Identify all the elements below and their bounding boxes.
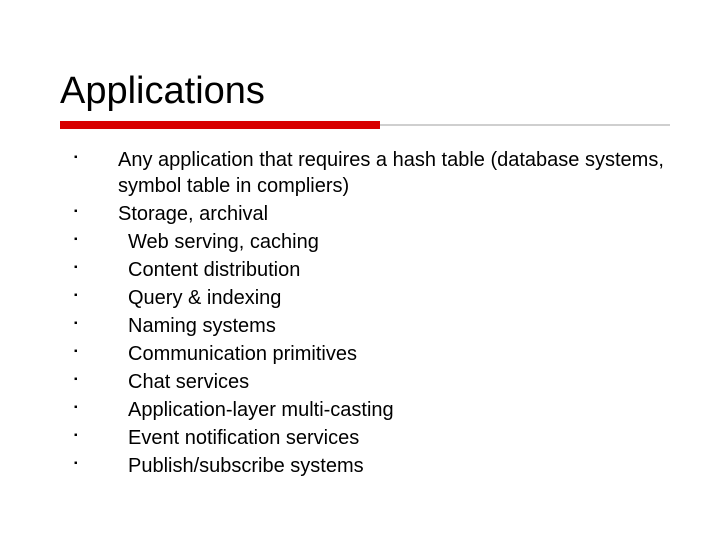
- title-underline: [60, 121, 670, 129]
- bullet-list: Any application that requires a hash tab…: [60, 147, 670, 479]
- list-item: Naming systems: [70, 313, 670, 339]
- list-item: Application-layer multi-casting: [70, 397, 670, 423]
- list-item: Storage, archival: [70, 201, 670, 227]
- title-underline-thick: [60, 121, 380, 129]
- list-item-text: Chat services: [118, 369, 249, 395]
- list-item-text: Publish/subscribe systems: [118, 453, 364, 479]
- list-item-text: Communication primitives: [118, 341, 357, 367]
- list-item-text: Content distribution: [118, 257, 300, 283]
- list-item: Event notification services: [70, 425, 670, 451]
- list-item-text: Storage, archival: [118, 203, 268, 225]
- list-item: Chat services: [70, 369, 670, 395]
- list-item: Content distribution: [70, 257, 670, 283]
- list-item-text: Query & indexing: [118, 285, 281, 311]
- slide: Applications Any application that requir…: [0, 0, 720, 540]
- list-item-text: Any application that requires a hash tab…: [118, 149, 664, 197]
- list-item: Publish/subscribe systems: [70, 453, 670, 479]
- slide-title: Applications: [60, 70, 670, 113]
- list-item: Query & indexing: [70, 285, 670, 311]
- list-item: Any application that requires a hash tab…: [70, 147, 670, 199]
- list-item: Communication primitives: [70, 341, 670, 367]
- list-item-text: Event notification services: [118, 425, 359, 451]
- list-item-text: Application-layer multi-casting: [118, 397, 394, 423]
- list-item-text: Web serving, caching: [118, 229, 319, 255]
- list-item: Web serving, caching: [70, 229, 670, 255]
- list-item-text: Naming systems: [118, 313, 276, 339]
